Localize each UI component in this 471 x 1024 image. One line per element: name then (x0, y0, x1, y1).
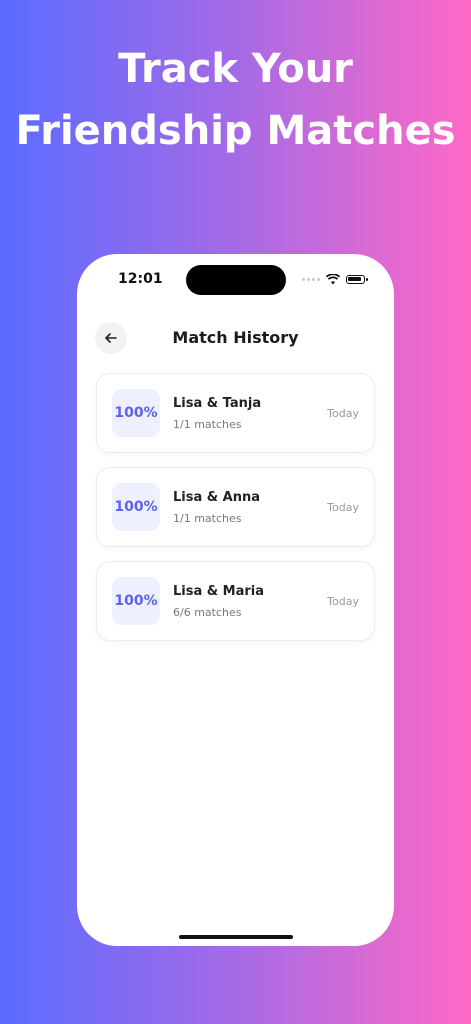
match-card[interactable]: 100% Lisa & Tanja 1/1 matches Today (96, 373, 375, 453)
match-date: Today (327, 407, 359, 420)
match-names: Lisa & Anna (173, 490, 260, 505)
match-date: Today (327, 595, 359, 608)
home-indicator[interactable] (179, 935, 293, 939)
match-card[interactable]: 100% Lisa & Maria 6/6 matches Today (96, 561, 375, 641)
match-names: Lisa & Maria (173, 584, 264, 599)
status-icons (302, 274, 368, 285)
phone-frame: 12:01 Match History 100% Lisa & Tanja 1/… (77, 254, 394, 946)
marketing-headline: Track Your Friendship Matches (0, 38, 471, 162)
match-names: Lisa & Tanja (173, 396, 262, 411)
match-card[interactable]: 100% Lisa & Anna 1/1 matches Today (96, 467, 375, 547)
match-list: 100% Lisa & Tanja 1/1 matches Today 100%… (96, 373, 375, 655)
match-date: Today (327, 501, 359, 514)
match-score-badge: 100% (112, 483, 160, 531)
headline-line-1: Track Your (118, 46, 353, 92)
status-time: 12:01 (118, 271, 163, 287)
page-title: Match History (172, 328, 299, 347)
match-count: 1/1 matches (173, 512, 242, 525)
match-score-badge: 100% (112, 577, 160, 625)
wifi-icon (326, 274, 340, 285)
match-count: 1/1 matches (173, 418, 242, 431)
dynamic-island (186, 265, 286, 295)
match-score-badge: 100% (112, 389, 160, 437)
headline-line-2: Friendship Matches (15, 108, 456, 154)
match-count: 6/6 matches (173, 606, 242, 619)
signal-icon (302, 278, 320, 281)
battery-icon (346, 275, 368, 284)
